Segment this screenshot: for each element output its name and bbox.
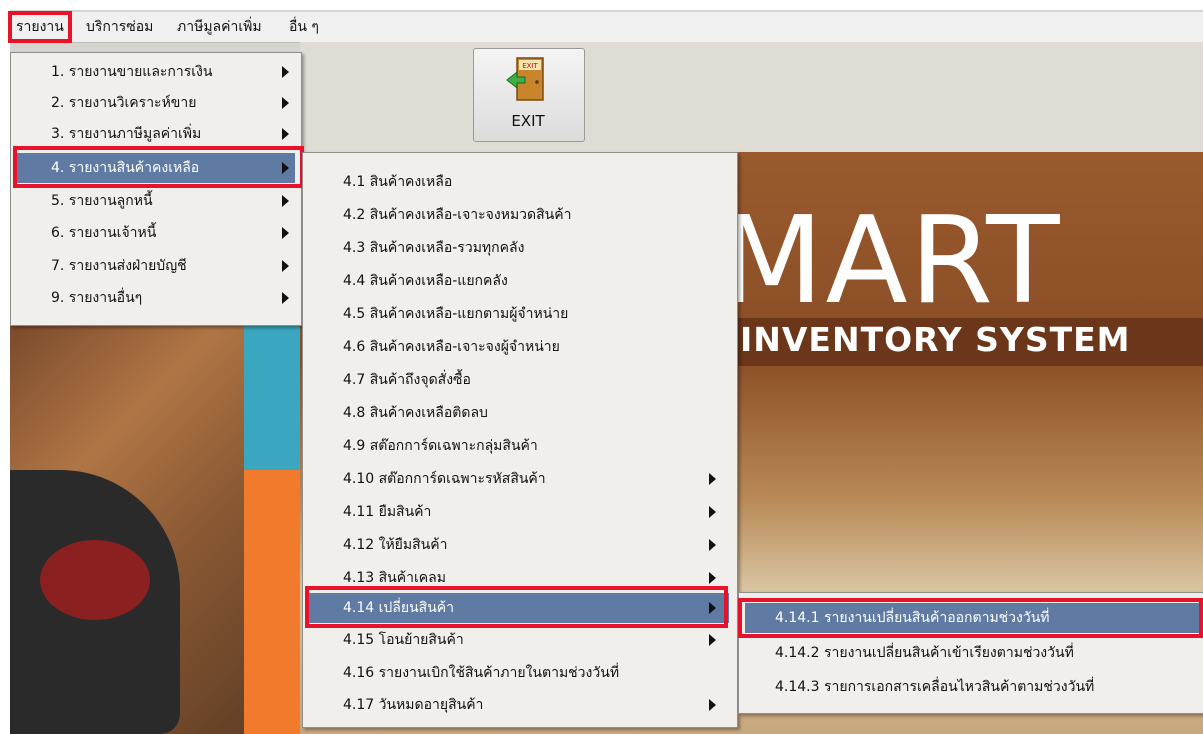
menu-bar: รายงาน บริการซ่อม ภาษีมูลค่าเพิ่ม อื่น ๆ <box>8 11 1203 43</box>
decor-strip-orange <box>244 470 300 734</box>
menu-item-4-3[interactable]: 4.3 สินค้าคงเหลือ-รวมทุกคลัง <box>309 233 729 263</box>
menu-item-4-13[interactable]: 4.13 สินค้าเคลม <box>309 563 729 593</box>
menu-item-4-1[interactable]: 4.1 สินค้าคงเหลือ <box>309 167 729 197</box>
menu-item-4-14-3[interactable]: 4.14.3 รายการเอกสารเคลื่อนไหวสินค้าตามช่… <box>745 672 1203 702</box>
menu-item-label: 4.6 สินค้าคงเหลือ-เจาะจงผู้จำหน่าย <box>343 339 560 355</box>
menu-item-creditors[interactable]: 6. รายงานเจ้าหนี้ <box>17 218 295 248</box>
submenu-arrow-icon <box>709 539 716 551</box>
menu-item-label: 4.14.3 รายการเอกสารเคลื่อนไหวสินค้าตามช่… <box>775 679 1095 695</box>
tagline-text: INVENTORY SYSTEM <box>740 320 1131 359</box>
menu-item-label: 4.5 สินค้าคงเหลือ-แยกตามผู้จำหน่าย <box>343 306 569 322</box>
menu-item-4-11[interactable]: 4.11 ยืมสินค้า <box>309 497 729 527</box>
menu-item-label: 4.4 สินค้าคงเหลือ-แยกคลัง <box>343 273 508 289</box>
menu-item-label: 4.13 สินค้าเคลม <box>343 570 446 586</box>
menu-item-4-14[interactable]: 4.14 เปลี่ยนสินค้า <box>309 593 729 623</box>
submenu-arrow-icon <box>709 506 716 518</box>
submenu-arrow-icon <box>282 66 289 78</box>
menu-item-label: 4.15 โอนย้ายสินค้า <box>343 632 464 648</box>
menu-item-label: 4.14.2 รายงานเปลี่ยนสินค้าเข้าเรียงตามช่… <box>775 645 1074 661</box>
menu-item-vat-report[interactable]: 3. รายงานภาษีมูลค่าเพิ่ม <box>17 119 295 149</box>
menu-item-label: 1. รายงานขายและการเงิน <box>51 64 213 80</box>
menu-item-4-6[interactable]: 4.6 สินค้าคงเหลือ-เจาะจงผู้จำหน่าย <box>309 332 729 362</box>
submenu-arrow-icon <box>282 97 289 109</box>
menu-item-4-7[interactable]: 4.7 สินค้าถึงจุดสั่งซื้อ <box>309 365 729 395</box>
menu-item-4-9[interactable]: 4.9 สต๊อกการ์ดเฉพาะกลุ่มสินค้า <box>309 431 729 461</box>
toolbar <box>300 42 1203 152</box>
menu-other[interactable]: อื่น ๆ <box>285 15 323 39</box>
menu-item-label: 2. รายงานวิเคราะห์ขาย <box>51 95 197 111</box>
menu-item-label: 4.12 ให้ยืมสินค้า <box>343 537 448 553</box>
menu-item-label: 4.3 สินค้าคงเหลือ-รวมทุกคลัง <box>343 240 525 256</box>
submenu-arrow-icon <box>282 260 289 272</box>
submenu-arrow-icon <box>282 162 289 174</box>
menu-item-4-12[interactable]: 4.12 ให้ยืมสินค้า <box>309 530 729 560</box>
menu-item-label: 4. รายงานสินค้าคงเหลือ <box>51 160 200 176</box>
exit-button-label: EXIT <box>511 112 545 130</box>
menu-item-inventory-report[interactable]: 4. รายงานสินค้าคงเหลือ <box>17 153 295 183</box>
reports-dropdown: 1. รายงานขายและการเงิน 2. รายงานวิเคราะห… <box>10 52 302 326</box>
menu-item-4-15[interactable]: 4.15 โอนย้ายสินค้า <box>309 625 729 655</box>
menu-item-4-17[interactable]: 4.17 วันหมดอายุสินค้า <box>309 690 729 720</box>
menu-item-label: 4.7 สินค้าถึงจุดสั่งซื้อ <box>343 372 471 388</box>
menu-item-label: 4.8 สินค้าคงเหลือติดลบ <box>343 405 488 421</box>
submenu-arrow-icon <box>282 292 289 304</box>
submenu-arrow-icon <box>709 602 716 614</box>
submenu-arrow-icon <box>709 699 716 711</box>
menu-item-4-8[interactable]: 4.8 สินค้าคงเหลือติดลบ <box>309 398 729 428</box>
menu-item-4-10[interactable]: 4.10 สต๊อกการ์ดเฉพาะรหัสสินค้า <box>309 464 729 494</box>
submenu-arrow-icon <box>709 572 716 584</box>
menu-item-label: 6. รายงานเจ้าหนี้ <box>51 225 157 241</box>
menu-item-other-reports[interactable]: 9. รายงานอื่นๆ <box>17 283 295 313</box>
submenu-arrow-icon <box>709 634 716 646</box>
menu-item-label: 7. รายงานส่งฝ่ายบัญชี <box>51 258 187 274</box>
menu-item-label: 5. รายงานลูกหนี้ <box>51 193 153 209</box>
menu-item-label: 4.14.1 รายงานเปลี่ยนสินค้าออกตามช่วงวันท… <box>775 610 1050 626</box>
menu-item-4-2[interactable]: 4.2 สินค้าคงเหลือ-เจาะจงหมวดสินค้า <box>309 200 729 230</box>
exit-door-icon: EXIT <box>506 57 544 101</box>
window-border-left <box>0 0 10 734</box>
inventory-submenu: 4.1 สินค้าคงเหลือ 4.2 สินค้าคงเหลือ-เจาะ… <box>302 152 738 728</box>
menu-item-label: 4.1 สินค้าคงเหลือ <box>343 174 453 190</box>
menu-vat[interactable]: ภาษีมูลค่าเพิ่ม <box>173 15 266 39</box>
menu-item-4-14-2[interactable]: 4.14.2 รายงานเปลี่ยนสินค้าเข้าเรียงตามช่… <box>745 638 1203 668</box>
menu-item-debtors[interactable]: 5. รายงานลูกหนี้ <box>17 186 295 216</box>
menu-item-4-5[interactable]: 4.5 สินค้าคงเหลือ-แยกตามผู้จำหน่าย <box>309 299 729 329</box>
window-border-top <box>0 0 1203 10</box>
menu-item-sales-analysis[interactable]: 2. รายงานวิเคราะห์ขาย <box>17 88 295 118</box>
menu-item-sales-finance[interactable]: 1. รายงานขายและการเงิน <box>17 57 295 87</box>
menu-item-label: 4.2 สินค้าคงเหลือ-เจาะจงหมวดสินค้า <box>343 207 572 223</box>
submenu-arrow-icon <box>282 227 289 239</box>
decor-strip-teal <box>244 325 300 470</box>
brand-logo-text: MART <box>720 192 1062 331</box>
menu-item-label: 4.11 ยืมสินค้า <box>343 504 432 520</box>
menu-item-label: 4.9 สต๊อกการ์ดเฉพาะกลุ่มสินค้า <box>343 438 538 454</box>
menu-item-label: 9. รายงานอื่นๆ <box>51 290 143 306</box>
scanner-window <box>40 540 150 620</box>
menu-item-4-14-1[interactable]: 4.14.1 รายงานเปลี่ยนสินค้าออกตามช่วงวันท… <box>745 603 1203 633</box>
menu-item-4-4[interactable]: 4.4 สินค้าคงเหลือ-แยกคลัง <box>309 266 729 296</box>
menu-item-4-16[interactable]: 4.16 รายงานเบิกใช้สินค้าภายในตามช่วงวันท… <box>309 658 729 688</box>
submenu-arrow-icon <box>282 195 289 207</box>
menu-item-label: 4.16 รายงานเบิกใช้สินค้าภายในตามช่วงวันท… <box>343 665 620 681</box>
submenu-arrow-icon <box>709 473 716 485</box>
menu-item-label: 4.10 สต๊อกการ์ดเฉพาะรหัสสินค้า <box>343 471 546 487</box>
menu-reports[interactable]: รายงาน <box>8 11 72 43</box>
menu-repair-service[interactable]: บริการซ่อม <box>82 15 157 39</box>
exchange-submenu: 4.14.1 รายงานเปลี่ยนสินค้าออกตามช่วงวันท… <box>738 592 1203 714</box>
menu-item-label: 4.14 เปลี่ยนสินค้า <box>343 600 454 616</box>
menu-item-label: 3. รายงานภาษีมูลค่าเพิ่ม <box>51 126 202 142</box>
menu-item-accounting[interactable]: 7. รายงานส่งฝ่ายบัญชี <box>17 251 295 281</box>
menu-item-label: 4.17 วันหมดอายุสินค้า <box>343 697 484 713</box>
exit-sign-text: EXIT <box>522 62 538 70</box>
submenu-arrow-icon <box>282 128 289 140</box>
